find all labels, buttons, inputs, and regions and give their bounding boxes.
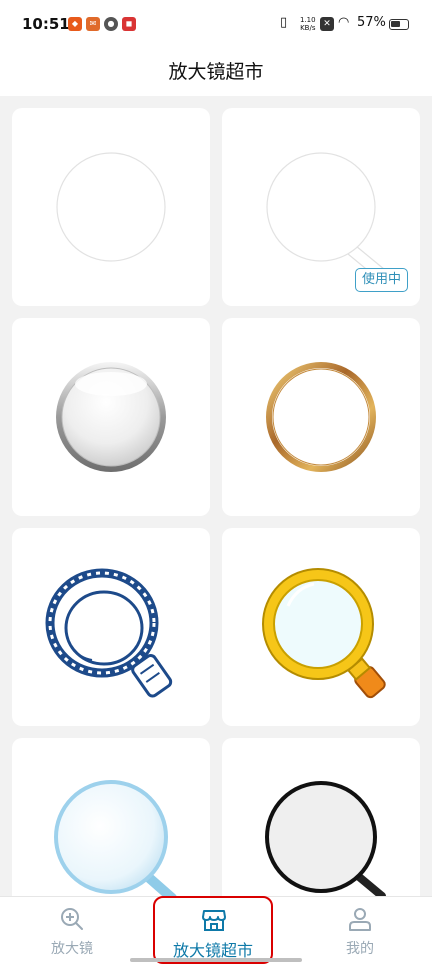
notification-app-icon: ◆	[68, 17, 82, 31]
gold-magnifier-icon	[266, 362, 376, 472]
vibrate-icon: ▯	[280, 15, 288, 30]
skin-card-blue-sketch[interactable]	[12, 528, 210, 726]
in-use-badge: 使用中	[354, 268, 408, 292]
skin-card-plain-circle[interactable]	[12, 108, 210, 306]
app-header: 放大镜超市	[0, 50, 432, 96]
wechat-icon: ●	[104, 17, 118, 31]
silver-magnifier-icon	[56, 362, 166, 472]
skin-card-yellow[interactable]	[222, 528, 420, 726]
tab-mine[interactable]: 我的	[305, 897, 415, 964]
skin-card-gold[interactable]	[222, 318, 420, 516]
network-speed: 1.10 KB/s	[300, 16, 316, 32]
blue-sketch-magnifier-icon	[45, 568, 173, 698]
yellow-magnifier-icon	[262, 568, 386, 699]
mail-icon: ✉	[86, 17, 100, 31]
blue-glass-magnifier-icon	[54, 780, 177, 896]
user-icon	[349, 908, 371, 931]
status-bar: 10:51 ◆ ✉ ● ◼ ▯ 1.10 KB/s ✕ ◠ 57%	[0, 0, 432, 50]
battery-icon	[389, 19, 409, 30]
tab-label-mine: 我的	[346, 941, 374, 957]
skin-card-silver[interactable]	[12, 318, 210, 516]
battery-percent: 57%	[357, 15, 386, 30]
page-title: 放大镜超市	[168, 61, 264, 83]
home-indicator	[130, 958, 302, 962]
black-magnifier-icon	[265, 781, 386, 896]
tab-magnifier[interactable]: 放大镜	[17, 897, 127, 964]
status-time: 10:51	[22, 15, 70, 33]
notification-app-icon-2: ◼	[122, 17, 136, 31]
wifi-icon: ◠	[338, 15, 350, 30]
skin-card-black[interactable]	[222, 738, 420, 896]
selection-highlight	[153, 896, 273, 964]
magnifier-plus-icon	[61, 908, 83, 930]
tab-label-magnifier: 放大镜	[51, 941, 93, 957]
skin-card-blue-glass[interactable]	[12, 738, 210, 896]
skin-grid[interactable]: 使用中	[0, 96, 432, 896]
no-sim-icon: ✕	[320, 17, 334, 31]
plain-magnifier-icon	[56, 152, 166, 262]
skin-card-plain-handle[interactable]: 使用中	[222, 108, 420, 306]
